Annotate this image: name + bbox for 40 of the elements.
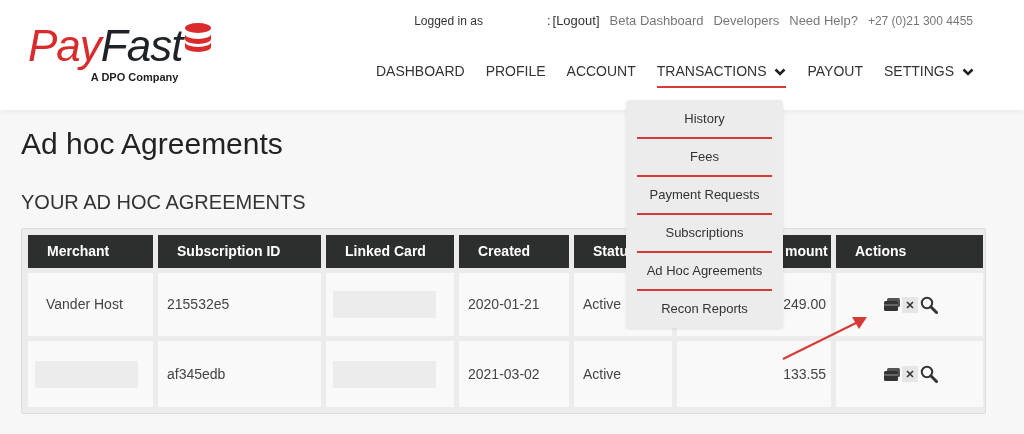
- top-link[interactable]: Beta Dashboard: [609, 11, 704, 31]
- table-cell: af345edb: [158, 341, 321, 407]
- table-cell: Active: [574, 341, 672, 407]
- nav-tab[interactable]: PAYOUT: [807, 61, 863, 88]
- close-icon[interactable]: [902, 296, 918, 313]
- table-cell: Vander Host: [28, 273, 153, 336]
- login-label: Logged in as: [414, 12, 483, 30]
- nav-tab[interactable]: TRANSACTIONS: [656, 61, 787, 88]
- column-header: Actions: [836, 235, 983, 268]
- card-icon[interactable]: [884, 367, 900, 381]
- phone-number: +27 (0)21 300 4455: [867, 12, 973, 30]
- menu-item[interactable]: Payment Requests: [637, 177, 772, 215]
- logout-link[interactable]: [Logout]: [552, 11, 600, 31]
- table-cell: 2021-03-02: [459, 341, 569, 407]
- column-header: Merchant: [28, 235, 153, 268]
- menu-item[interactable]: History: [637, 101, 772, 139]
- column-header: Subscription ID: [158, 235, 321, 268]
- card-icon[interactable]: [884, 298, 900, 311]
- separator-text: :: [546, 12, 551, 30]
- menu-item[interactable]: Subscriptions: [637, 215, 772, 253]
- column-header: Created: [459, 235, 569, 268]
- top-link[interactable]: Need Help?: [789, 11, 858, 31]
- coin-stack-icon: [184, 22, 213, 52]
- close-icon[interactable]: [902, 366, 918, 382]
- nav-tab[interactable]: PROFILE: [485, 61, 546, 88]
- table-cell: 2020-01-21: [459, 273, 569, 336]
- menu-item[interactable]: Ad Hoc Agreements: [637, 253, 772, 291]
- section-title: YOUR AD HOC AGREEMENTS: [21, 190, 306, 215]
- table-cell: 215532e5: [158, 273, 321, 336]
- top-link[interactable]: Developers: [713, 11, 780, 31]
- table-cell: 133.55: [677, 341, 831, 407]
- menu-item[interactable]: Fees: [637, 139, 772, 177]
- page-title: Ad hoc Agreements: [21, 126, 283, 162]
- nav-tab[interactable]: SETTINGS: [884, 61, 974, 88]
- search-icon[interactable]: [920, 295, 938, 314]
- nav-tab[interactable]: ACCOUNT: [566, 61, 636, 88]
- nav-tab[interactable]: DASHBOARD: [375, 61, 465, 88]
- column-header: Linked Card: [326, 235, 454, 268]
- search-icon[interactable]: [920, 365, 938, 383]
- logo-tagline: A DPO Company: [90, 71, 179, 85]
